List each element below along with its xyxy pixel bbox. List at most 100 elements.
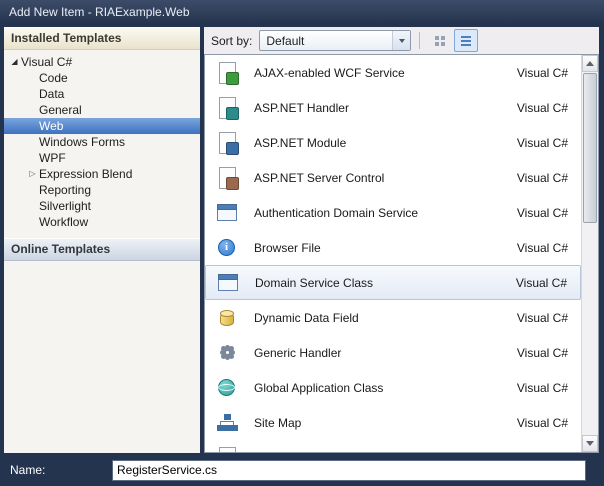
scroll-up-button[interactable]	[582, 55, 598, 72]
template-language: Visual C#	[516, 345, 568, 360]
template-language: Visual C#	[517, 451, 573, 453]
sort-by-dropdown[interactable]: Default	[259, 30, 412, 51]
tree-node-wpf[interactable]: WPF	[4, 150, 200, 166]
expander-expanded-icon[interactable]	[8, 54, 21, 70]
template-language: Visual C#	[516, 380, 568, 395]
dynamic-data-field-icon	[215, 306, 241, 330]
aspnet-module-icon	[215, 131, 241, 155]
domain-service-class-icon	[216, 271, 242, 295]
tree-node-label: Expression Blend	[39, 167, 133, 181]
tree-node-label: Data	[39, 87, 65, 101]
tree-node-workflow[interactable]: Workflow	[4, 214, 200, 230]
template-name: Skin File	[254, 451, 517, 453]
tree-node-label: Code	[39, 71, 68, 85]
browser-file-icon	[215, 236, 241, 260]
template-language: Visual C#	[516, 310, 568, 325]
ajax-wcf-service-icon	[215, 61, 241, 85]
template-list: AJAX-enabled WCF Service Visual C# ASP.N…	[205, 55, 581, 452]
template-name: Authentication Domain Service	[254, 205, 419, 220]
template-language: Visual C#	[516, 415, 568, 430]
tree-node-label: WPF	[39, 151, 66, 165]
expander-collapsed-icon	[26, 166, 39, 182]
template-item-asp-net-module[interactable]: ASP.NET Module Visual C#	[205, 125, 581, 160]
tree-node-label: Silverlight	[39, 199, 92, 213]
sort-toolbar: Sort by: Default	[204, 27, 599, 54]
tree-node-code[interactable]: Code	[4, 70, 200, 86]
template-item-asp-net-handler[interactable]: ASP.NET Handler Visual C#	[205, 90, 581, 125]
sort-by-value: Default	[266, 33, 305, 48]
tree-node-label: General	[39, 103, 82, 117]
template-name: Domain Service Class	[255, 275, 374, 290]
template-item-domain-service-class[interactable]: Domain Service Class Visual C#	[205, 265, 581, 300]
template-item-ajax-enabled-wcf-service[interactable]: AJAX-enabled WCF Service Visual C#	[205, 55, 581, 90]
tree-node-reporting[interactable]: Reporting	[4, 182, 200, 198]
template-language: Visual C#	[516, 205, 568, 220]
template-name: ASP.NET Handler	[254, 100, 349, 115]
tree-node-data[interactable]: Data	[4, 86, 200, 102]
template-language: Visual C#	[516, 100, 568, 115]
template-language: Visual C#	[516, 65, 568, 80]
aspnet-server-control-icon	[215, 166, 241, 190]
template-name: ASP.NET Module	[254, 135, 347, 150]
template-language: Visual C#	[516, 240, 568, 255]
tree-node-label: Workflow	[39, 215, 89, 229]
sort-by-label: Sort by:	[211, 33, 253, 48]
template-list-container: AJAX-enabled WCF Service Visual C# ASP.N…	[204, 54, 599, 453]
template-item-authentication-domain-service[interactable]: Authentication Domain Service Visual C#	[205, 195, 581, 230]
template-item-global-application-class[interactable]: Global Application Class Visual C#	[205, 370, 581, 405]
template-name: Global Application Class	[254, 380, 384, 395]
medium-icons-view-button[interactable]	[428, 29, 452, 52]
name-entry-bar: Name:	[0, 454, 604, 486]
small-icons-view-button[interactable]	[454, 29, 479, 52]
template-item-site-map[interactable]: Site Map Visual C#	[205, 405, 581, 440]
medium-icons-icon	[435, 35, 445, 46]
template-language: Visual C#	[516, 135, 568, 150]
scroll-down-button[interactable]	[582, 435, 598, 452]
aspnet-handler-icon	[215, 96, 241, 120]
tree-node-label: Reporting	[39, 183, 92, 197]
small-icons-icon	[461, 35, 472, 46]
installed-templates-header[interactable]: Installed Templates	[4, 27, 200, 50]
tree-node-label: Visual C#	[21, 54, 73, 69]
tree-node-label: Windows Forms	[39, 135, 126, 149]
tree-node-windows-forms[interactable]: Windows Forms	[4, 134, 200, 150]
template-name: Site Map	[254, 415, 302, 430]
template-name: ASP.NET Server Control	[254, 170, 385, 185]
global-application-class-icon	[215, 376, 241, 400]
template-name: AJAX-enabled WCF Service	[254, 65, 405, 80]
template-item-skin-file[interactable]: Skin File Visual C#	[205, 440, 581, 452]
online-templates-header[interactable]: Online Templates	[4, 238, 200, 261]
name-label: Name:	[10, 463, 46, 477]
tree-node-silverlight[interactable]: Silverlight	[4, 198, 200, 214]
template-language: Visual C#	[516, 170, 568, 185]
template-item-browser-file[interactable]: Browser File Visual C#	[205, 230, 581, 265]
template-item-dynamic-data-field[interactable]: Dynamic Data Field Visual C#	[205, 300, 581, 335]
chevron-down-icon[interactable]	[392, 31, 411, 50]
skin-file-icon	[215, 446, 241, 452]
template-language: Visual C#	[515, 275, 567, 290]
window-title-bar: Add New Item - RIAExample.Web	[0, 0, 604, 24]
add-new-item-dialog: { "window": { "title": "Add New Item - R…	[0, 0, 604, 486]
toolbar-separator	[419, 32, 421, 49]
vertical-scrollbar[interactable]	[581, 55, 598, 452]
template-name: Generic Handler	[254, 345, 342, 360]
templates-panel: Sort by: Default AJAX-enabled WCF Servic…	[204, 27, 599, 453]
generic-handler-icon	[215, 341, 241, 365]
authentication-domain-service-icon	[215, 201, 241, 225]
item-name-input[interactable]	[112, 459, 586, 481]
window-title: Add New Item - RIAExample.Web	[9, 5, 190, 19]
tree-node-label: Web	[39, 119, 64, 133]
template-name: Browser File	[254, 240, 321, 255]
template-item-generic-handler[interactable]: Generic Handler Visual C#	[205, 335, 581, 370]
tree-node-general[interactable]: General	[4, 102, 200, 118]
tree-children: Code Data General Web Windows Forms WPF …	[4, 70, 200, 230]
template-item-asp-net-server-control[interactable]: ASP.NET Server Control Visual C#	[205, 160, 581, 195]
site-map-icon	[215, 411, 241, 435]
tree-node-visual-csharp[interactable]: Visual C#	[4, 53, 200, 70]
tree-node-expression-blend[interactable]: Expression Blend	[4, 166, 200, 182]
category-tree: Visual C# Code Data General Web Windows …	[4, 50, 200, 230]
template-name: Dynamic Data Field	[254, 310, 359, 325]
tree-node-web[interactable]: Web	[4, 118, 200, 134]
scrollbar-thumb[interactable]	[583, 73, 597, 223]
template-categories-panel: Installed Templates Visual C# Code Data …	[4, 27, 200, 453]
